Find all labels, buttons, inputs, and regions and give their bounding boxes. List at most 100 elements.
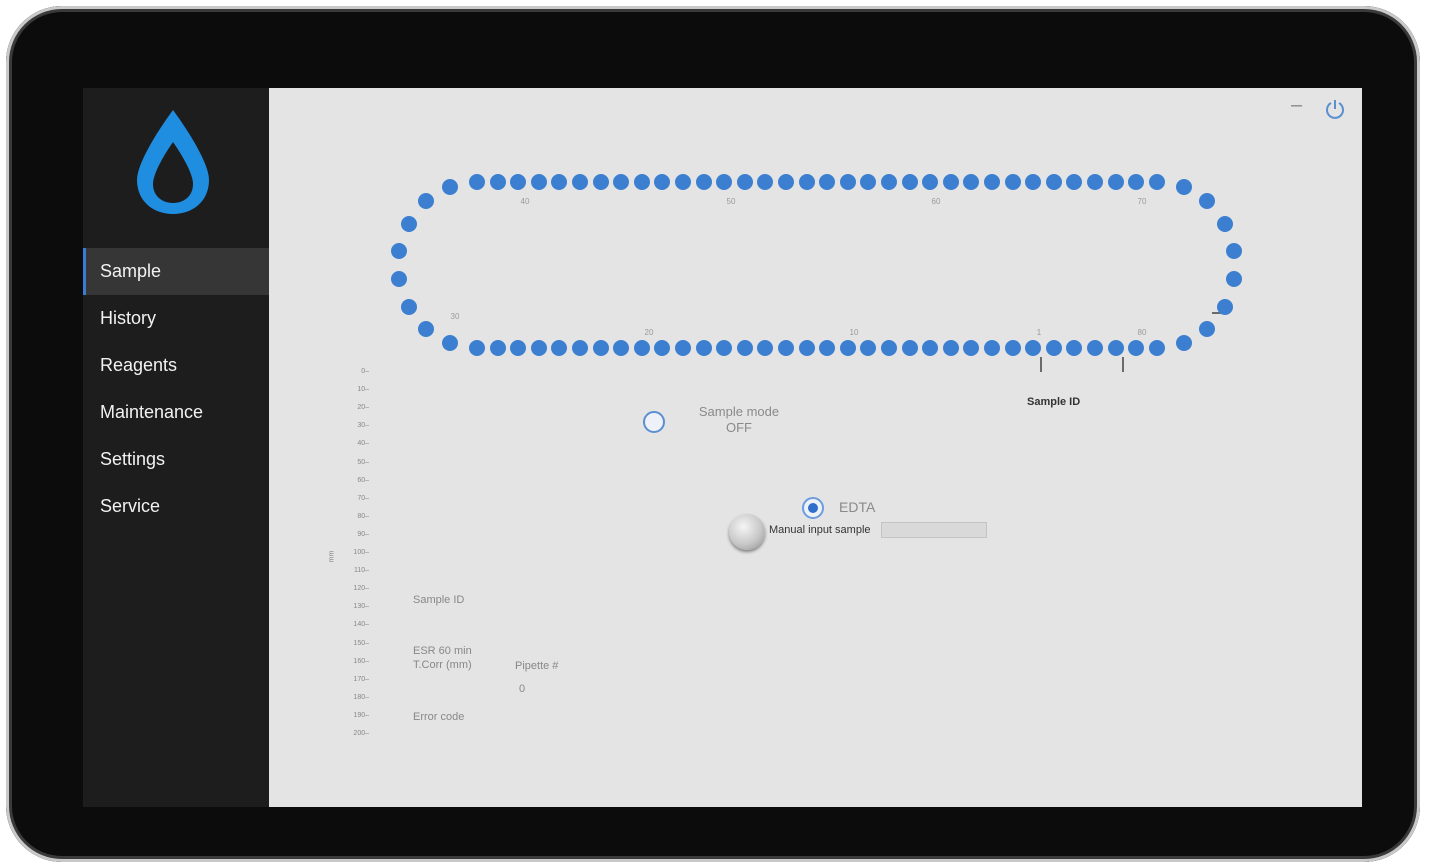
- sample-slot: [963, 340, 980, 356]
- sample-slot: [1004, 340, 1021, 356]
- sample-slot: [736, 340, 753, 356]
- sidebar-item-maintenance[interactable]: Maintenance: [83, 389, 269, 436]
- carousel-label-30: 30: [450, 312, 460, 321]
- manual-input-knob[interactable]: [729, 514, 765, 550]
- sample-mode-label: Sample mode: [698, 404, 780, 419]
- sample-carousel: 40 50 60 70 30 20 10 1 80: [269, 88, 1362, 388]
- sample-slot: [442, 334, 459, 351]
- pipette-value: 0: [519, 683, 526, 695]
- carousel-label-80: 80: [1137, 328, 1147, 337]
- sample-slot: [860, 174, 877, 190]
- scale-tick-label: 150–: [353, 639, 369, 647]
- sample-slot: [1199, 193, 1216, 210]
- edta-label: EDTA: [839, 499, 876, 515]
- scale-tick-label: 60–: [357, 476, 369, 484]
- sample-slot: [675, 340, 691, 356]
- sample-slot: [530, 340, 547, 356]
- sample-slot: [942, 340, 959, 356]
- sample-slot: [798, 340, 815, 356]
- error-code-label: Error code: [413, 711, 465, 723]
- sample-slot: [1217, 215, 1234, 232]
- sidebar-item-settings[interactable]: Settings: [83, 436, 269, 483]
- sample-slot: [984, 174, 1000, 190]
- scale-tick-label: 90–: [357, 530, 369, 538]
- sample-slot: [984, 340, 1000, 356]
- pipette-label: Pipette #: [515, 660, 559, 672]
- sample-mode-status: Sample mode OFF: [679, 404, 799, 436]
- sample-slot: [819, 174, 836, 190]
- sidebar-item-history[interactable]: History: [83, 295, 269, 342]
- sample-slot: [1107, 174, 1124, 190]
- sample-slot: [592, 340, 609, 356]
- sample-slot: [418, 193, 435, 210]
- sample-slot: [757, 174, 774, 190]
- sample-slot: [1045, 340, 1062, 356]
- main-panel: – 40 50 60 70 30 20 10 1 80 Sample ID Sa…: [269, 88, 1362, 807]
- sample-slot: [675, 174, 691, 190]
- sample-slot: [400, 298, 417, 315]
- scale-unit-label: mm: [328, 550, 336, 563]
- sample-slot: [613, 340, 630, 356]
- sample-slot: [736, 174, 753, 190]
- sidebar-item-service[interactable]: Service: [83, 483, 269, 530]
- scale-tick-label: 40–: [357, 440, 369, 448]
- sample-slot: [1128, 174, 1145, 190]
- scale-tick-label: 160–: [353, 657, 369, 665]
- sample-slot: [1004, 174, 1021, 190]
- edta-radio[interactable]: [802, 497, 824, 519]
- tablet-frame: Sample History Reagents Maintenance Sett…: [6, 6, 1420, 862]
- scale-tick-label: 170–: [353, 675, 369, 683]
- scale-tick-label: 20–: [357, 404, 369, 412]
- sample-slot: [901, 174, 918, 190]
- sample-slot: [798, 174, 815, 190]
- sidebar-nav: Sample History Reagents Maintenance Sett…: [83, 248, 269, 530]
- sample-slot: [1025, 174, 1042, 190]
- scale-tick-label: 200–: [353, 730, 369, 737]
- sample-slot: [922, 174, 939, 190]
- sample-slot: [1226, 271, 1243, 288]
- sample-slot: [881, 340, 897, 356]
- sample-slot: [469, 340, 485, 356]
- sample-slot: [819, 340, 836, 356]
- carousel-label-60: 60: [931, 197, 941, 206]
- tcorr-label: T.Corr (mm): [413, 659, 472, 671]
- scale-tick-label: 130–: [353, 603, 369, 611]
- sample-slot: [963, 174, 980, 190]
- sample-slot: [1087, 340, 1103, 356]
- sample-slot: [757, 340, 774, 356]
- carousel-label-20: 20: [644, 328, 654, 337]
- sample-slot: [391, 271, 408, 288]
- manual-input-label: Manual input sample: [769, 524, 871, 536]
- sample-slot: [551, 340, 568, 356]
- carousel-label-70: 70: [1137, 197, 1147, 206]
- sample-slot: [1128, 340, 1145, 356]
- sample-slot: [881, 174, 897, 190]
- sample-slot: [633, 340, 650, 356]
- sample-slot: [839, 174, 856, 190]
- carousel-label-40: 40: [520, 197, 530, 206]
- screen: Sample History Reagents Maintenance Sett…: [83, 88, 1362, 807]
- sidebar-item-sample[interactable]: Sample: [83, 248, 269, 295]
- scale-tick-label: 120–: [353, 585, 369, 593]
- sample-slot: [1107, 340, 1124, 356]
- sidebar-item-reagents[interactable]: Reagents: [83, 342, 269, 389]
- scale-tick-label: 70–: [357, 494, 369, 502]
- sample-slot: [778, 340, 794, 356]
- sample-slot: [489, 174, 506, 190]
- sample-slot: [1148, 340, 1165, 356]
- sample-slot: [922, 340, 939, 356]
- manual-input-field[interactable]: [881, 522, 987, 538]
- sample-slot: [400, 215, 417, 232]
- sample-slot: [1175, 179, 1192, 195]
- position-marker: [1040, 357, 1042, 372]
- sample-slot: [1226, 242, 1243, 259]
- sample-slot: [654, 174, 671, 190]
- scale-tick-label: 100–: [353, 549, 369, 556]
- sample-slot: [778, 174, 794, 190]
- sample-mode-toggle[interactable]: [643, 411, 665, 433]
- sample-slot: [1175, 334, 1192, 351]
- scale-tick-label: 190–: [353, 711, 369, 719]
- sample-slot: [1066, 340, 1083, 356]
- sample-slot: [839, 340, 856, 356]
- scale-tick-label: 10–: [357, 386, 369, 394]
